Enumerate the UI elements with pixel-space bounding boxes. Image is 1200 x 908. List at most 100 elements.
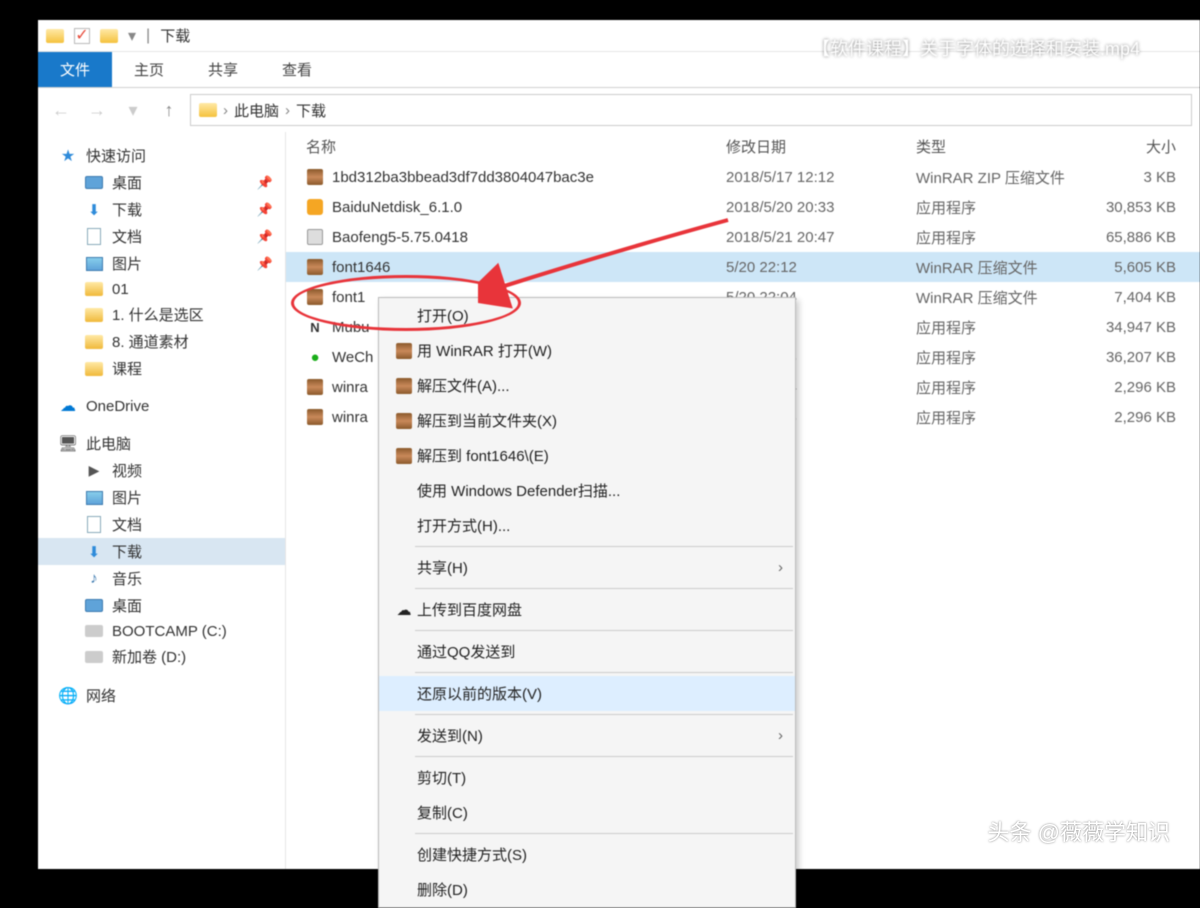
tab-home[interactable]: 主页: [112, 52, 186, 87]
pc-icon: 🖥: [58, 435, 78, 453]
cloud-icon: ☁: [391, 601, 417, 619]
pin-icon: 📌: [257, 229, 273, 245]
tab-view[interactable]: 查看: [260, 52, 334, 87]
sidebar-onedrive[interactable]: ☁OneDrive: [38, 394, 285, 418]
pin-icon: 📌: [257, 202, 273, 218]
ctx-open-with[interactable]: 打开方式(H)...: [379, 508, 795, 543]
chevron-right-icon: ›: [223, 102, 228, 119]
chevron-right-icon: ›: [285, 102, 290, 119]
folder-icon: [84, 280, 104, 298]
app-icon: [306, 228, 324, 246]
document-icon: [84, 228, 104, 246]
breadcrumb-segment[interactable]: 此电脑: [234, 100, 279, 121]
breadcrumb[interactable]: › 此电脑 › 下载: [190, 94, 1192, 126]
sidebar-documents[interactable]: 文档: [38, 511, 285, 538]
drive-icon: [84, 622, 104, 640]
winrar-icon: [391, 413, 417, 429]
nav-recent-icon[interactable]: ▾: [118, 95, 148, 125]
sidebar-downloads[interactable]: ⬇下载📌: [38, 196, 285, 223]
breadcrumb-segment[interactable]: 下载: [296, 100, 326, 121]
ctx-extract-here[interactable]: 解压到当前文件夹(X): [379, 403, 795, 438]
winrar-icon: [391, 448, 417, 464]
sidebar: ★快速访问 桌面📌 ⬇下载📌 文档📌 图片📌 01 1. 什么是选区 8. 通道…: [38, 132, 286, 869]
qat-dropdown-icon[interactable]: ▾: [128, 26, 136, 46]
star-icon: ★: [58, 147, 78, 165]
address-bar: ← → ▾ ↑ › 此电脑 › 下载: [38, 88, 1200, 132]
video-title-overlay: 【软件课程】关于字体的选择和安装.mp4: [812, 35, 1140, 61]
ctx-open[interactable]: 打开(O): [379, 298, 795, 333]
ctx-create-shortcut[interactable]: 创建快捷方式(S): [379, 837, 795, 872]
sidebar-network[interactable]: 🌐网络: [38, 682, 285, 709]
onedrive-icon: ☁: [58, 397, 78, 415]
explorer-window: ✓ ▾ | 下载 文件 主页 共享 查看 ← → ▾ ↑ › 此电脑 › 下载 …: [38, 20, 1200, 869]
separator: [415, 756, 793, 757]
file-row[interactable]: font1646 5/20 22:12WinRAR 压缩文件5,605 KB: [286, 252, 1200, 282]
ctx-restore-version[interactable]: 还原以前的版本(V): [379, 676, 795, 711]
separator: [415, 672, 793, 673]
file-row[interactable]: Baofeng5-5.75.0418 2018/5/21 20:47应用程序65…: [286, 222, 1200, 252]
ctx-cut[interactable]: 剪切(T): [379, 760, 795, 795]
picture-icon: [84, 255, 104, 273]
ctx-upload-baidu[interactable]: ☁上传到百度网盘: [379, 592, 795, 627]
folder-icon: [100, 27, 118, 45]
sidebar-pictures[interactable]: 图片: [38, 484, 285, 511]
chevron-right-icon: ›: [778, 559, 783, 576]
nav-up-button[interactable]: ↑: [154, 95, 184, 125]
sidebar-drive-c[interactable]: BOOTCAMP (C:): [38, 619, 285, 643]
app-icon: [306, 198, 324, 216]
ctx-delete[interactable]: 删除(D): [379, 872, 795, 907]
col-name[interactable]: 名称: [306, 136, 726, 157]
ctx-copy[interactable]: 复制(C): [379, 795, 795, 830]
separator: |: [146, 27, 150, 45]
separator: [415, 833, 793, 834]
folder-icon: [84, 360, 104, 378]
separator: [415, 630, 793, 631]
sidebar-drive-d[interactable]: 新加卷 (D:): [38, 643, 285, 670]
col-size[interactable]: 大小: [1086, 136, 1176, 157]
nav-back-button[interactable]: ←: [46, 95, 76, 125]
col-date[interactable]: 修改日期: [726, 136, 916, 157]
sidebar-music[interactable]: ♪音乐: [38, 565, 285, 592]
archive-icon: [306, 168, 324, 186]
desktop-icon: [84, 597, 104, 615]
sidebar-folder[interactable]: 1. 什么是选区: [38, 301, 285, 328]
ctx-defender-scan[interactable]: 使用 Windows Defender扫描...: [379, 473, 795, 508]
sidebar-documents[interactable]: 文档📌: [38, 223, 285, 250]
network-icon: 🌐: [58, 687, 78, 705]
archive-icon: [306, 288, 324, 306]
sidebar-videos[interactable]: ▶视频: [38, 457, 285, 484]
file-row[interactable]: 1bd312ba3bbead3df7dd3804047bac3e 2018/5/…: [286, 162, 1200, 192]
folder-icon: [46, 27, 64, 45]
column-headers[interactable]: 名称 修改日期 类型 大小: [286, 132, 1200, 162]
separator: [415, 588, 793, 589]
sidebar-quick-access[interactable]: ★快速访问: [38, 142, 285, 169]
ctx-extract-files[interactable]: 解压文件(A)...: [379, 368, 795, 403]
sidebar-desktop[interactable]: 桌面: [38, 592, 285, 619]
pin-icon: 📌: [257, 256, 273, 272]
sidebar-folder[interactable]: 01: [38, 277, 285, 301]
col-type[interactable]: 类型: [916, 136, 1086, 157]
desktop-icon: [84, 174, 104, 192]
download-icon: ⬇: [84, 543, 104, 561]
sidebar-folder[interactable]: 8. 通道素材: [38, 328, 285, 355]
ctx-send-qq[interactable]: 通过QQ发送到: [379, 634, 795, 669]
nav-forward-button[interactable]: →: [82, 95, 112, 125]
tab-file[interactable]: 文件: [38, 52, 112, 87]
ctx-extract-to[interactable]: 解压到 font1646\(E): [379, 438, 795, 473]
qat-button[interactable]: ✓: [74, 28, 90, 44]
sidebar-desktop[interactable]: 桌面📌: [38, 169, 285, 196]
tab-share[interactable]: 共享: [186, 52, 260, 87]
ctx-send-to[interactable]: 发送到(N)›: [379, 718, 795, 753]
sidebar-this-pc[interactable]: 🖥此电脑: [38, 430, 285, 457]
archive-icon: [306, 258, 324, 276]
sidebar-downloads[interactable]: ⬇下载: [38, 538, 285, 565]
sidebar-pictures[interactable]: 图片📌: [38, 250, 285, 277]
chevron-right-icon: ›: [778, 727, 783, 744]
ctx-share[interactable]: 共享(H)›: [379, 550, 795, 585]
ctx-open-winrar[interactable]: 用 WinRAR 打开(W): [379, 333, 795, 368]
window-title: 下载: [160, 25, 190, 46]
sidebar-folder[interactable]: 课程: [38, 355, 285, 382]
file-row[interactable]: BaiduNetdisk_6.1.0 2018/5/20 20:33应用程序30…: [286, 192, 1200, 222]
separator: [415, 546, 793, 547]
folder-icon: [199, 103, 217, 117]
